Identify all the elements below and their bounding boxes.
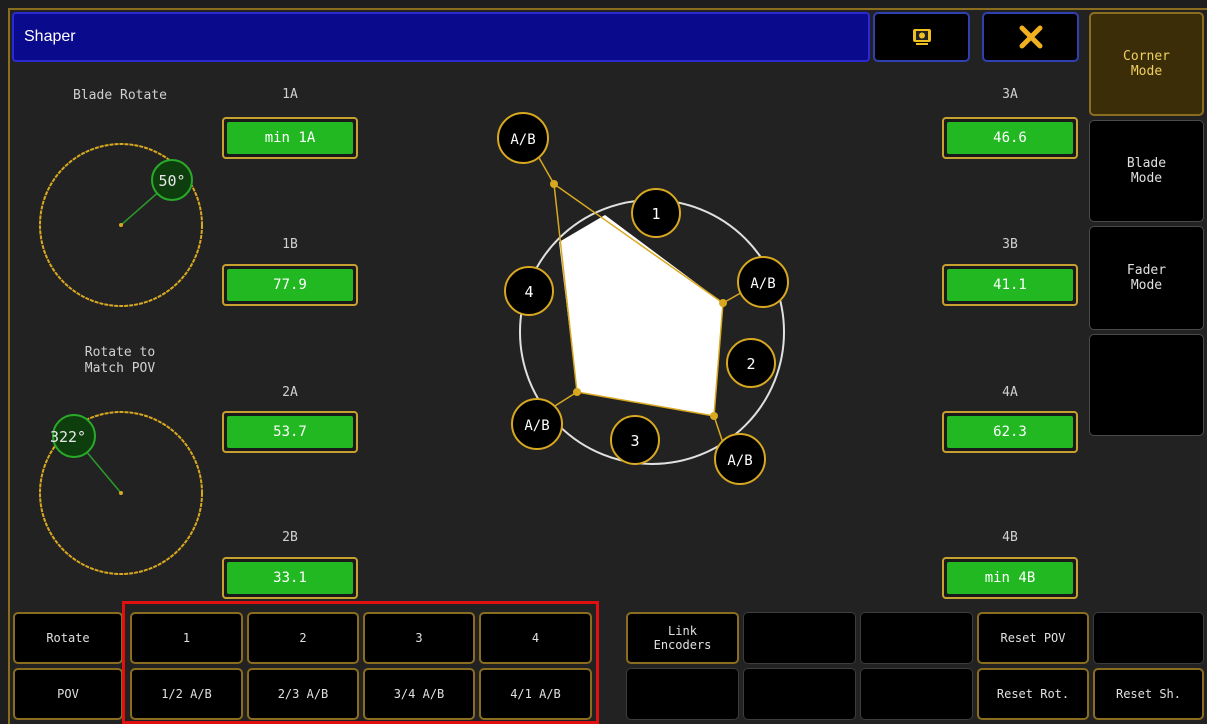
field-2a[interactable]: 53.7: [222, 411, 358, 453]
svg-text:A/B: A/B: [727, 453, 752, 469]
title-bar[interactable]: Shaper: [12, 12, 870, 62]
window-title: Shaper: [24, 28, 76, 45]
blade-3-handle: 3: [610, 415, 660, 465]
reset-rot-label: Reset Rot.: [996, 687, 1070, 701]
corner-4-handle: A/B: [511, 398, 563, 450]
empty-button[interactable]: [860, 668, 973, 720]
field-2a-label: 2A: [282, 385, 298, 400]
reset-sh-button[interactable]: Reset Sh.: [1093, 668, 1204, 720]
rotate-button[interactable]: Rotate: [13, 612, 123, 664]
blade-2-handle: 2: [726, 338, 776, 388]
link-encoders-label: Link Encoders: [653, 624, 712, 652]
fader-mode-label: Fader Mode: [1126, 263, 1167, 293]
empty-button[interactable]: [626, 668, 739, 720]
rotate-pov-label: Rotate to Match POV: [84, 345, 156, 376]
blade-rotate-dial[interactable]: 50°: [30, 135, 220, 325]
field-4b[interactable]: min 4B: [942, 557, 1078, 599]
empty-button[interactable]: [743, 668, 856, 720]
field-1a-label: 1A: [282, 87, 298, 102]
reset-sh-label: Reset Sh.: [1115, 687, 1182, 701]
field-4a-value: 62.3: [947, 416, 1073, 448]
field-1b-value: 77.9: [227, 269, 353, 301]
reset-pov-button[interactable]: Reset POV: [977, 612, 1089, 664]
field-3a-label: 3A: [1002, 87, 1018, 102]
corner-3-handle: A/B: [714, 433, 766, 485]
blade-4-handle: 4: [504, 266, 554, 316]
svg-text:4: 4: [524, 283, 533, 301]
field-2b[interactable]: 33.1: [222, 557, 358, 599]
empty-button[interactable]: [743, 612, 856, 664]
blade-rotate-value: 50°: [158, 172, 185, 190]
blade-rotate-label: Blade Rotate: [73, 88, 167, 103]
field-2b-value: 33.1: [227, 562, 353, 594]
field-1a-value: min 1A: [227, 122, 353, 154]
svg-text:A/B: A/B: [524, 418, 549, 434]
fader-mode-button[interactable]: Fader Mode: [1089, 226, 1204, 330]
svg-text:1: 1: [651, 205, 660, 223]
field-3a[interactable]: 46.6: [942, 117, 1078, 159]
field-2a-value: 53.7: [227, 416, 353, 448]
field-3a-value: 46.6: [947, 122, 1073, 154]
empty-button[interactable]: [860, 612, 973, 664]
reset-rot-button[interactable]: Reset Rot.: [977, 668, 1089, 720]
screenshot-icon: [912, 29, 931, 45]
corner-1-handle: A/B: [497, 112, 549, 164]
field-3b-value: 41.1: [947, 269, 1073, 301]
field-1a[interactable]: min 1A: [222, 117, 358, 159]
field-4a[interactable]: 62.3: [942, 411, 1078, 453]
empty-button[interactable]: [1093, 612, 1204, 664]
pov-button-label: POV: [57, 687, 79, 701]
svg-text:2: 2: [746, 355, 755, 373]
rotate-pov-dial[interactable]: 322°: [30, 405, 220, 595]
field-4b-label: 4B: [1002, 530, 1018, 545]
screenshot-button[interactable]: [873, 12, 970, 62]
close-icon: [1019, 25, 1042, 49]
field-1b-label: 1B: [282, 237, 298, 252]
pov-button[interactable]: POV: [13, 668, 123, 720]
field-3b[interactable]: 41.1: [942, 264, 1078, 306]
link-encoders-button[interactable]: Link Encoders: [626, 612, 739, 664]
field-4a-label: 4A: [1002, 385, 1018, 400]
highlight-box: [122, 601, 599, 724]
field-2b-label: 2B: [282, 530, 298, 545]
field-1b[interactable]: 77.9: [222, 264, 358, 306]
blade-mode-label: Blade Mode: [1126, 156, 1167, 186]
svg-text:A/B: A/B: [750, 276, 775, 292]
reset-pov-label: Reset POV: [1000, 631, 1066, 645]
rotate-pov-value: 322°: [50, 428, 86, 446]
field-3b-label: 3B: [1002, 237, 1018, 252]
corner-2-handle: A/B: [737, 256, 789, 308]
field-4b-value: min 4B: [947, 562, 1073, 594]
empty-mode-button[interactable]: [1089, 334, 1204, 436]
corner-mode-label: Corner Mode: [1123, 49, 1170, 79]
rotate-button-label: Rotate: [46, 631, 90, 645]
shaper-diagram[interactable]: 1 2 3 4 A/B A/B A/B A/B: [470, 100, 810, 490]
close-button[interactable]: [982, 12, 1079, 62]
svg-text:A/B: A/B: [510, 132, 535, 148]
blade-1-handle: 1: [631, 188, 681, 238]
svg-text:3: 3: [630, 432, 639, 450]
blade-mode-button[interactable]: Blade Mode: [1089, 120, 1204, 222]
corner-mode-button[interactable]: Corner Mode: [1089, 12, 1204, 116]
